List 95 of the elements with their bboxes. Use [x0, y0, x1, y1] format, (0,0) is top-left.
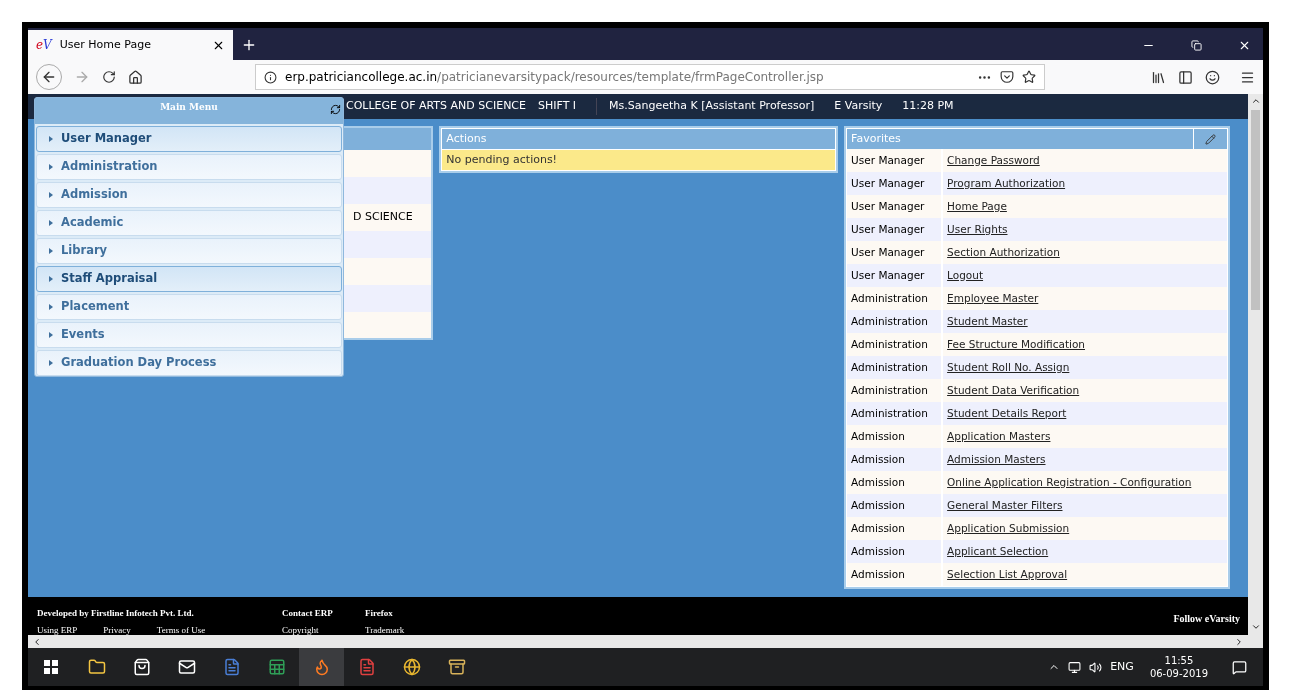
caret-icon [49, 332, 53, 338]
caret-icon [49, 276, 53, 282]
new-tab-icon[interactable] [241, 37, 257, 53]
caret-icon [49, 220, 53, 226]
footer-heading: Firefox [365, 607, 394, 620]
browser-tab[interactable]: eV User Home Page [28, 30, 233, 60]
tab-title: User Home Page [59, 36, 152, 53]
language-indicator[interactable]: ENG [1110, 658, 1134, 676]
app-name: E Varsity [834, 98, 883, 115]
favorite-link[interactable]: Student Data Verification [947, 382, 1080, 399]
store-icon [132, 658, 151, 676]
url-text: erp.patriciancollege.ac.in/patricianevarsitypack/resources/template/frmPageController.jsp [285, 69, 825, 86]
favorite-link[interactable]: Admission Masters [947, 451, 1046, 468]
caret-icon [49, 304, 53, 310]
user-name: Ms.Sangeetha K [Assistant Professor] [596, 98, 815, 115]
favorite-link[interactable]: Section Authorization [947, 244, 1060, 261]
favorite-link[interactable]: User Rights [947, 221, 1008, 238]
menu-item[interactable]: Admission [36, 182, 342, 208]
scroll-left-icon[interactable] [32, 636, 42, 647]
college-name: COLLEGE OF ARTS AND SCIENCE [346, 98, 526, 115]
menu-item[interactable]: Academic [36, 210, 342, 236]
menu-item[interactable]: Graduation Day Process [36, 350, 342, 376]
module-cell: Admission [847, 563, 944, 586]
follow-link[interactable]: Follow eVarsity [1173, 611, 1240, 626]
menu-icon[interactable] [1240, 69, 1255, 85]
globe-icon [402, 658, 421, 676]
footer-link[interactable]: Trademark [365, 623, 405, 637]
scroll-right-icon[interactable] [1234, 636, 1244, 647]
menu-item[interactable]: Library [36, 238, 342, 264]
clock[interactable]: 11:55 06-09-2019 [1149, 654, 1208, 680]
footer-link[interactable]: Copyright [282, 623, 319, 637]
menu-title: Main Menu [160, 101, 218, 114]
spreadsheet-icon [267, 658, 286, 676]
footer-link[interactable]: Privacy [103, 623, 131, 637]
scroll-down-icon[interactable] [1250, 622, 1261, 632]
volume-icon[interactable] [1089, 660, 1103, 674]
footer-link[interactable]: Terms of Use [156, 623, 206, 637]
favorite-link[interactable]: Home Page [947, 198, 1007, 215]
favorite-link[interactable]: Logout [947, 267, 984, 284]
reload-icon[interactable] [102, 70, 116, 84]
favorite-link[interactable]: General Master Filters [947, 497, 1063, 514]
header-time: 11:28 PM [902, 98, 954, 115]
favorite-link[interactable]: Student Master [947, 313, 1028, 330]
caret-icon [49, 360, 53, 366]
refresh-icon[interactable] [330, 104, 341, 115]
caret-icon [49, 164, 53, 170]
favorite-link[interactable]: Program Authorization [947, 175, 1066, 192]
footer-link[interactable]: Using ERP [37, 623, 78, 637]
favorite-link[interactable]: Employee Master [947, 290, 1039, 307]
favorite-link[interactable]: Applicant Selection [947, 543, 1049, 560]
pencil-icon [1205, 133, 1216, 145]
sidebar-icon[interactable] [1178, 69, 1193, 85]
no-actions-message: No pending actions! [442, 150, 836, 170]
info-text: D SCIENCE [353, 209, 413, 226]
shift-label: SHIFT I [538, 98, 577, 115]
favorite-link[interactable]: Student Roll No. Assign [947, 359, 1070, 376]
close-icon[interactable] [1238, 39, 1251, 52]
vertical-scrollbar[interactable] [1248, 94, 1263, 648]
menu-item[interactable]: Administration [36, 154, 342, 180]
caret-icon [49, 192, 53, 198]
mail-icon [177, 658, 196, 676]
caret-icon [49, 136, 53, 142]
notifications-icon[interactable] [1232, 659, 1247, 675]
menu-item[interactable]: Staff Appraisal [36, 266, 342, 292]
panel-title: Actions [442, 129, 836, 149]
favorites-title: Favorites [851, 130, 902, 147]
restore-icon[interactable] [1191, 40, 1202, 51]
folder-icon [87, 658, 106, 676]
address-bar[interactable]: erp.patriciancollege.ac.in/patricianevarsitypack/resources/template/frmPageController.jsp [255, 64, 1045, 90]
favorite-link[interactable]: Online Application Registration - Configuration [947, 474, 1192, 491]
scroll-thumb[interactable] [1251, 110, 1260, 310]
account-icon[interactable] [1205, 69, 1220, 85]
windows-logo-icon[interactable] [44, 660, 58, 674]
footer-heading: Contact ERP [282, 607, 334, 620]
star-icon[interactable] [1022, 70, 1036, 84]
footer-heading: Developed by Firstline Infotech Pvt. Ltd. [37, 607, 195, 620]
favorite-link[interactable]: Selection List Approval [947, 566, 1068, 583]
scroll-up-icon[interactable] [1250, 96, 1261, 106]
menu-item[interactable]: Placement [36, 294, 342, 320]
network-icon[interactable] [1068, 660, 1082, 674]
site-logo: eV [36, 37, 52, 54]
archive-icon [447, 658, 466, 676]
favorite-link[interactable]: Change Password [947, 152, 1040, 169]
pocket-icon[interactable] [1000, 70, 1014, 84]
favorite-link[interactable]: Application Submission [947, 520, 1070, 537]
menu-item[interactable]: User Manager [36, 126, 342, 152]
library-icon[interactable] [1151, 69, 1166, 85]
info-icon [264, 70, 277, 84]
favorite-link[interactable]: Student Details Report [947, 405, 1067, 422]
menu-item[interactable]: Events [36, 322, 342, 348]
caret-icon [49, 248, 53, 254]
home-icon[interactable] [128, 69, 143, 85]
favorite-link[interactable]: Fee Structure Modification [947, 336, 1085, 353]
horizontal-scrollbar[interactable] [28, 635, 1248, 648]
favorite-link[interactable]: Application Masters [947, 428, 1051, 445]
